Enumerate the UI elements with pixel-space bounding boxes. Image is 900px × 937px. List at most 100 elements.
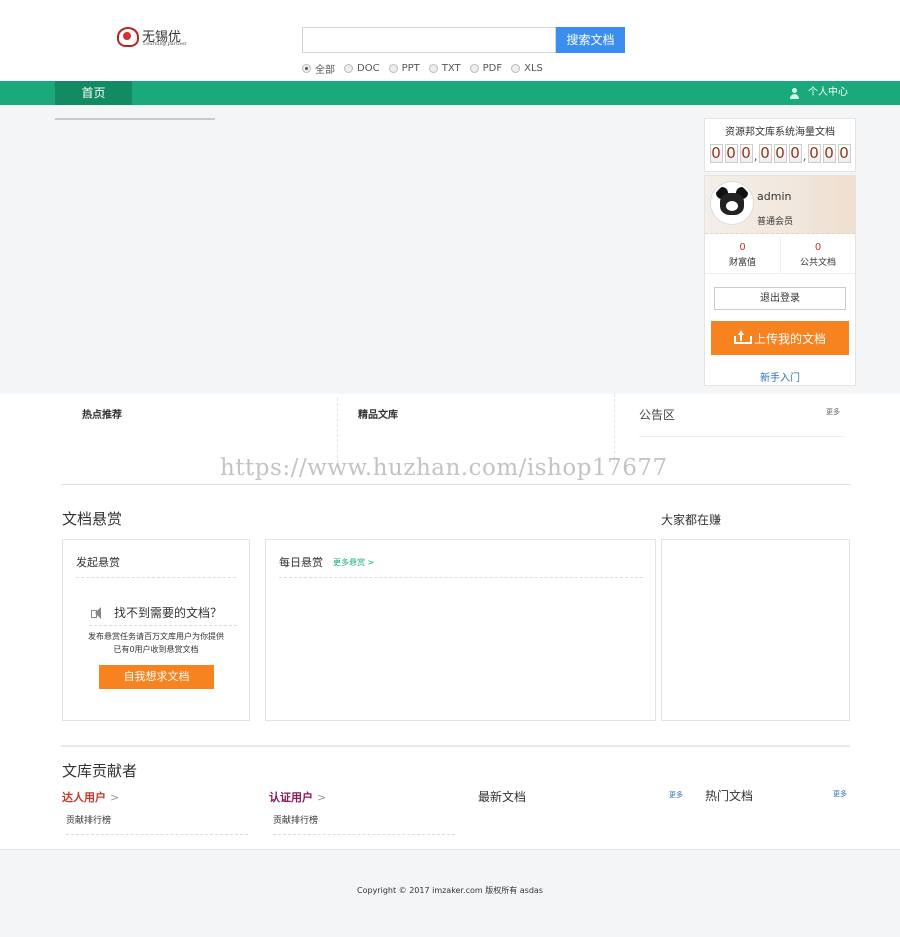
filter-xls[interactable]: XLS bbox=[511, 63, 543, 74]
filter-label: DOC bbox=[357, 62, 380, 74]
radio-icon bbox=[388, 63, 398, 73]
user-icon bbox=[789, 87, 800, 99]
filter-label: PDF bbox=[482, 62, 503, 74]
notice-more-link[interactable]: 更多 bbox=[826, 407, 840, 417]
upload-label: 上传我的文档 bbox=[753, 331, 826, 346]
header: 无锡优 Learning partner 搜索文档 全部 DOC PPT TXT… bbox=[0, 0, 900, 81]
filter-pdf[interactable]: PDF bbox=[469, 62, 503, 74]
nofind-text: 找不到需要的文档？ bbox=[114, 606, 223, 620]
daily-reward-heading: 每日悬赏 bbox=[279, 556, 323, 569]
chevron-right-icon: > bbox=[110, 791, 120, 804]
daily-reward-box: 每日悬赏 更多悬赏 > bbox=[265, 539, 656, 721]
counter-digit: 0 bbox=[822, 144, 836, 163]
logo-subtitle: Learning partner bbox=[143, 41, 187, 47]
divider bbox=[76, 577, 236, 578]
hot-recommend: 热点推荐 bbox=[82, 394, 122, 466]
filter-doc[interactable]: DOC bbox=[344, 63, 380, 74]
section-divider bbox=[61, 484, 850, 485]
logout-button[interactable]: 退出登录 bbox=[714, 287, 846, 310]
section-divider bbox=[61, 745, 850, 747]
nav-home[interactable]: 首页 bbox=[55, 81, 132, 105]
search-input[interactable] bbox=[302, 27, 556, 53]
counter-digits: 0 0 0 , 0 0 0 , 0 0 0 bbox=[705, 144, 855, 163]
wealth-value: 0 bbox=[739, 242, 746, 253]
avatar[interactable] bbox=[711, 182, 753, 224]
username[interactable]: admin bbox=[757, 190, 791, 203]
newest-docs-more-link[interactable]: 更多 bbox=[669, 790, 683, 800]
contribution-rank-label: 贡献排行榜 bbox=[66, 816, 112, 826]
nofind-heading: 找不到需要的文档？ bbox=[91, 604, 222, 621]
filter-label: 全部 bbox=[315, 64, 335, 76]
verified-users-link[interactable]: 认证用户 > bbox=[269, 789, 326, 805]
verified-users-label: 认证用户 bbox=[269, 791, 313, 804]
wealth-label: 财富值 bbox=[728, 258, 756, 268]
counter-digit: 0 bbox=[739, 144, 753, 163]
speaker-icon bbox=[91, 606, 107, 620]
radio-icon bbox=[511, 63, 521, 73]
copyright-text: Copyright © 2017 imzaker.com 版权所有 asdas bbox=[357, 886, 543, 895]
filter-label: XLS bbox=[524, 62, 543, 74]
nav-user-center[interactable]: 个人中心 bbox=[789, 81, 848, 105]
contribution-rank-label: 贡献排行榜 bbox=[273, 816, 319, 826]
fine-library-title[interactable]: 精品文库 bbox=[358, 406, 398, 421]
upload-icon bbox=[733, 330, 752, 344]
radio-icon bbox=[469, 63, 479, 73]
user-header: admin 普通会员 bbox=[705, 176, 855, 234]
expert-users-label: 达人用户 bbox=[62, 791, 106, 804]
counter-digit: 0 bbox=[807, 144, 821, 163]
radio-icon bbox=[344, 63, 353, 73]
user-panel: admin 普通会员 0 财富值 0 公共文档 退出登录 上传我的文档 新手入门 bbox=[704, 175, 856, 386]
main-nav: 首页 个人中心 bbox=[0, 81, 900, 105]
hot-recommend-title[interactable]: 热点推荐 bbox=[82, 406, 122, 421]
document-counter: 资源邦文库系统海量文档 0 0 0 , 0 0 0 , 0 0 0 bbox=[704, 118, 856, 172]
watermark-text: https://www.huzhan.com/ishop17677 bbox=[220, 455, 668, 481]
divider bbox=[639, 436, 844, 437]
filter-label: PPT bbox=[401, 62, 420, 74]
search-button[interactable]: 搜索文档 bbox=[556, 27, 625, 53]
user-level: 普通会员 bbox=[757, 217, 794, 227]
hot-docs-more-link[interactable]: 更多 bbox=[833, 789, 847, 799]
banner-indicator[interactable] bbox=[55, 118, 215, 120]
launch-reward-box: 发起悬赏 找不到需要的文档？ 发布悬赏任务请百万文库用户为你提供 已有0用户收到… bbox=[62, 539, 250, 721]
filter-ppt[interactable]: PPT bbox=[388, 62, 420, 74]
expert-users-link[interactable]: 达人用户 > bbox=[62, 789, 119, 805]
chevron-right-icon: > bbox=[317, 791, 327, 804]
upload-button[interactable]: 上传我的文档 bbox=[711, 321, 849, 355]
counter-digit: 0 bbox=[773, 144, 787, 163]
counter-title: 资源邦文库系统海量文档 bbox=[725, 127, 835, 138]
filter-label: TXT bbox=[441, 62, 461, 74]
more-rewards-link[interactable]: 更多悬赏 > bbox=[333, 557, 374, 568]
contributors-title: 文库贡献者 bbox=[62, 762, 138, 780]
counter-digit: 0 bbox=[724, 144, 738, 163]
seek-document-button[interactable]: 自我想求文档 bbox=[99, 665, 214, 689]
launch-reward-heading: 发起悬赏 bbox=[76, 556, 120, 569]
hot-docs-title: 热门文档 bbox=[705, 789, 754, 803]
earn-section-title: 大家都在赚 bbox=[661, 513, 722, 527]
counter-digit: 0 bbox=[709, 144, 723, 163]
divider bbox=[279, 577, 643, 578]
site-logo[interactable]: 无锡优 Learning partner bbox=[117, 26, 189, 48]
notice-title: 公告区 bbox=[639, 408, 676, 422]
earning-box bbox=[661, 539, 850, 721]
divider bbox=[89, 625, 237, 626]
divider bbox=[273, 834, 455, 835]
launch-description: 发布悬赏任务请百万文库用户为你提供 已有0用户收到悬赏文档 bbox=[63, 630, 249, 656]
launch-desc-line: 发布悬赏任务请百万文库用户为你提供 bbox=[88, 632, 224, 641]
filter-txt[interactable]: TXT bbox=[428, 62, 461, 74]
reward-section-title: 文档悬赏 bbox=[62, 510, 123, 528]
nav-user-center-label: 个人中心 bbox=[808, 87, 848, 98]
public-docs-label: 公共文档 bbox=[799, 258, 836, 268]
stat-public-docs: 0 公共文档 bbox=[780, 238, 855, 273]
newbie-guide-link[interactable]: 新手入门 bbox=[705, 369, 855, 384]
divider bbox=[66, 834, 248, 835]
counter-digit: 0 bbox=[758, 144, 772, 163]
counter-digit: 0 bbox=[837, 144, 851, 163]
counter-digit: 0 bbox=[788, 144, 802, 163]
doc-type-filters: 全部 DOC PPT TXT PDF XLS bbox=[302, 61, 552, 76]
user-stats: 0 财富值 0 公共文档 bbox=[705, 238, 855, 274]
filter-all[interactable]: 全部 bbox=[302, 61, 335, 76]
avatar-snout bbox=[726, 201, 738, 211]
stat-wealth: 0 财富值 bbox=[705, 238, 780, 273]
counter-separator: , bbox=[753, 149, 758, 163]
footer: Copyright © 2017 imzaker.com 版权所有 asdas bbox=[0, 849, 900, 937]
